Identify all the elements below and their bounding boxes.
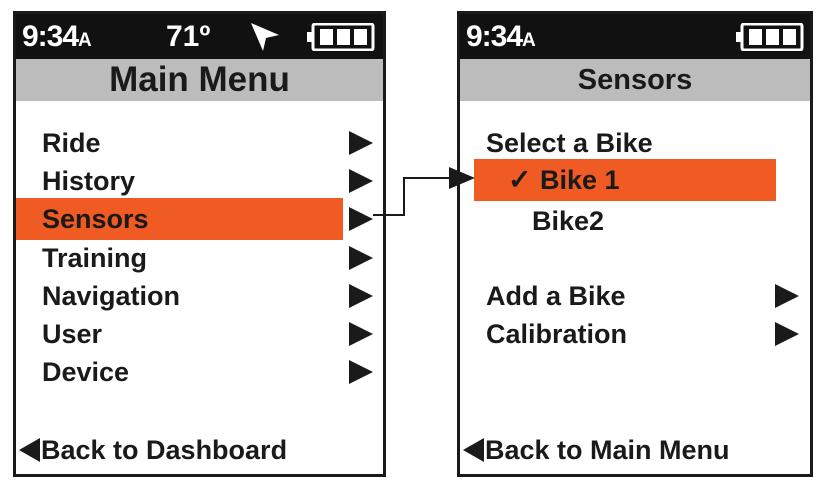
menu-item-label: Sensors xyxy=(42,204,149,234)
arrow-right-icon xyxy=(349,360,373,384)
clock: 9:34A xyxy=(466,19,536,59)
clock-time: 9:34 xyxy=(22,20,79,53)
clock-ampm: A xyxy=(78,30,92,51)
arrow-right-icon xyxy=(775,284,799,308)
arrow-right-icon xyxy=(349,322,373,346)
battery-full-icon xyxy=(736,23,804,51)
back-to-dashboard-button[interactable]: Back to Dashboard xyxy=(16,430,383,470)
select-bike-heading: Select a Bike xyxy=(486,128,653,158)
page-title: Main Menu xyxy=(109,60,290,99)
menu-item-ride[interactable]: Ride xyxy=(16,124,383,163)
menu-item-label: Navigation xyxy=(42,281,181,311)
menu-item-add-a-bike[interactable]: Add a Bike xyxy=(460,277,810,316)
arrow-right-icon xyxy=(349,169,373,193)
arrow-right-icon xyxy=(775,322,799,346)
arrow-right-icon xyxy=(349,246,373,270)
menu-item-device[interactable]: Device xyxy=(16,353,383,392)
clock-time: 9:34 xyxy=(466,20,523,53)
menu-item-label: Ride xyxy=(42,128,101,158)
back-label: Back to Dashboard xyxy=(41,435,288,465)
status-bar: 9:34A xyxy=(460,14,810,59)
main-menu-screen: 9:34A 71º Main Menu Ride History Sensors… xyxy=(13,11,386,477)
menu-item-label: Calibration xyxy=(486,319,628,349)
status-bar: 9:34A 71º xyxy=(16,14,383,59)
menu-item-label: History xyxy=(42,166,136,196)
menu-item-user[interactable]: User xyxy=(16,315,383,354)
bike-option-bike-1[interactable]: ✓ Bike 1 xyxy=(474,159,776,201)
title-bar: Sensors xyxy=(460,59,810,101)
arrow-right-icon xyxy=(349,284,373,308)
bike-label: Bike 1 xyxy=(540,165,620,195)
battery-full-icon xyxy=(307,23,375,51)
arrow-right-icon xyxy=(349,131,373,155)
title-bar: Main Menu xyxy=(16,59,383,101)
menu-item-sensors[interactable]: Sensors xyxy=(16,198,383,240)
page-title: Sensors xyxy=(577,64,693,96)
navigation-arrow-icon xyxy=(251,23,279,51)
check-mark-icon: ✓ xyxy=(508,164,532,195)
menu-item-calibration[interactable]: Calibration xyxy=(460,315,810,354)
back-to-main-menu-button[interactable]: Back to Main Menu xyxy=(460,430,810,470)
back-label: Back to Main Menu xyxy=(485,435,730,465)
bike-label: Bike2 xyxy=(532,206,605,236)
arrow-left-icon xyxy=(19,438,40,462)
menu-item-label: Device xyxy=(42,357,130,387)
arrow-right-icon xyxy=(349,207,373,231)
arrow-left-icon xyxy=(463,438,484,462)
sensors-screen: 9:34A Sensors Select a Bike ✓ Bike 1 Bik… xyxy=(457,11,813,477)
menu-item-label: Add a Bike xyxy=(486,281,626,311)
menu-item-label: Training xyxy=(42,243,148,273)
temperature: 71º xyxy=(166,20,211,53)
clock-ampm: A xyxy=(522,30,536,51)
menu-item-training[interactable]: Training xyxy=(16,239,383,278)
menu-item-history[interactable]: History xyxy=(16,162,383,201)
clock: 9:34A xyxy=(22,19,92,59)
menu-item-label: User xyxy=(42,319,103,349)
bike-option-bike2[interactable]: Bike2 xyxy=(474,200,776,242)
menu-item-navigation[interactable]: Navigation xyxy=(16,277,383,316)
